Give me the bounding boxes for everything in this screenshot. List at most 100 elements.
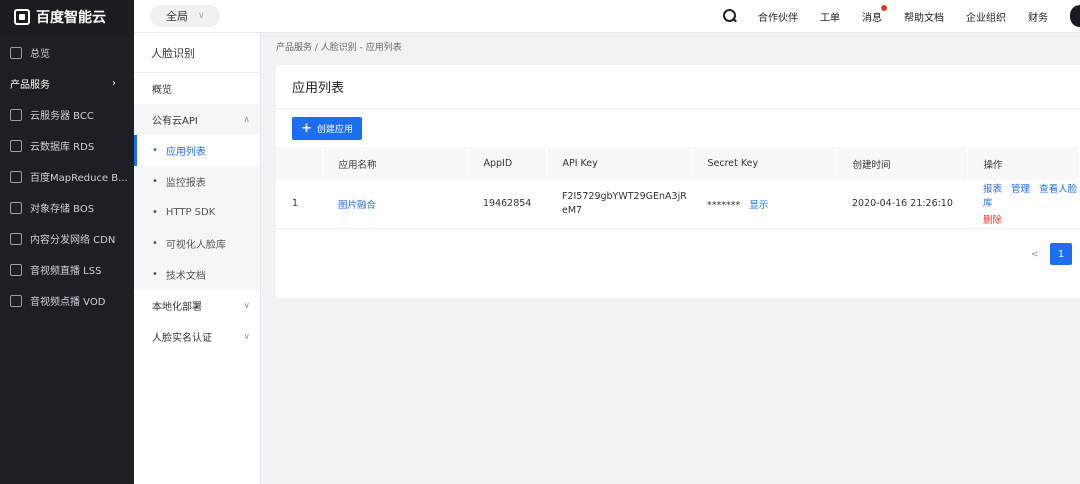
nav-tickets[interactable]: 工单 [820, 9, 840, 24]
col-api-key: API Key [546, 147, 692, 180]
report-link[interactable]: 报表 [983, 184, 1002, 195]
col-app-id: AppID [467, 147, 547, 180]
bullet-icon: • [152, 269, 158, 280]
col-index [276, 147, 323, 180]
sidebar-item-label: 内容分发网络 CDN [30, 235, 116, 246]
subnav-group-realname[interactable]: 人脸实名认证 ∨ [134, 321, 260, 352]
chevron-down-icon: ∨ [198, 11, 205, 21]
subnav-item-http-sdk[interactable]: • HTTP SDK [134, 197, 260, 228]
chevron-up-icon: ∧ [243, 114, 250, 125]
cell-api-key: F2I5729gbYWT29GEnA3jR eM7 [546, 180, 691, 228]
sidebar-item-label: 云数据库 RDS [30, 142, 95, 153]
subnav-item-label: 概览 [152, 85, 172, 96]
create-app-label: 创建应用 [316, 125, 353, 135]
subnav-title: 人脸识别 [134, 33, 260, 73]
subnav-item-face-library[interactable]: • 可视化人脸库 [134, 228, 260, 259]
top-nav: 合作伙伴 工单 消息 帮助文档 企业组织 财务 [722, 0, 1080, 33]
api-key-line: eM7 [562, 205, 583, 217]
subnav-item-monitor[interactable]: • 监控报表 [134, 166, 260, 197]
subnav-group-public-api[interactable]: 公有云API ∧ [134, 104, 260, 135]
scope-select[interactable]: 全局 ∨ [150, 5, 220, 27]
app-list-card: 应用列表 + 创建应用 应用名称 AppID API Key Secret Ke… [276, 65, 1080, 298]
sidebar-item-label: 云服务器 BCC [30, 111, 94, 122]
sidebar-item-label: 音视频点播 VOD [30, 297, 106, 308]
table-header-row: 应用名称 AppID API Key Secret Key 创建时间 操作 [276, 147, 1080, 180]
brand-logo[interactable]: 百度智能云 [0, 0, 134, 33]
top-header: 全局 ∨ 合作伙伴 工单 消息 帮助文档 企业组织 财务 [134, 0, 1080, 33]
grid-icon [10, 46, 22, 59]
col-app-name: 应用名称 [322, 147, 468, 180]
sidebar-item-vod[interactable]: 音视频点播 VOD [0, 285, 134, 316]
live-icon [10, 263, 22, 276]
cell-secret-key: ******* 显示 [691, 180, 836, 228]
sidebar-item-rds[interactable]: 云数据库 RDS [0, 130, 134, 161]
notification-badge [881, 4, 887, 11]
secret-key-mask: ******* [707, 199, 741, 211]
subnav-item-tech-docs[interactable]: • 技术文档 [134, 259, 260, 290]
logo-icon [14, 8, 30, 25]
prev-page-button[interactable]: < [1026, 249, 1044, 260]
brand-name: 百度智能云 [36, 9, 106, 26]
sidebar-item-label: 音视频直播 LSS [30, 266, 102, 277]
scope-select-value: 全局 [166, 10, 188, 23]
product-subnav: 人脸识别 概览 公有云API ∧ • 应用列表 • 监控报表 • HTTP SD… [134, 33, 261, 484]
page-1-button[interactable]: 1 [1050, 243, 1072, 265]
nav-help-docs[interactable]: 帮助文档 [904, 9, 944, 24]
sidebar-item-cdn[interactable]: 内容分发网络 CDN [0, 223, 134, 254]
subnav-group-local-deploy[interactable]: 本地化部署 ∨ [134, 290, 260, 321]
subnav-item-app-list[interactable]: • 应用列表 [134, 135, 260, 166]
api-key-line: F2I5729gbYWT29GEnA3jR [562, 191, 687, 203]
nav-partners[interactable]: 合作伙伴 [758, 9, 798, 24]
subnav-item-label: 应用列表 [165, 147, 206, 158]
app-table: 应用名称 AppID API Key Secret Key 创建时间 操作 1 … [276, 147, 1080, 229]
sidebar-item-label: 百度MapReduce B... [30, 173, 128, 184]
database-icon [10, 139, 22, 152]
server-icon [10, 108, 22, 121]
table-row: 1 图片融合 19462854 F2I5729gbYWT29GEnA3jR eM… [276, 180, 1080, 228]
chevron-right-icon: › [112, 78, 116, 89]
breadcrumb: 产品服务 / 人脸识别 - 应用列表 [276, 43, 402, 53]
col-operations: 操作 [967, 147, 1080, 180]
subnav-item-label: 技术文档 [165, 271, 206, 282]
chevron-down-icon: ∨ [243, 300, 250, 311]
mapreduce-icon [10, 170, 22, 183]
bullet-icon: • [152, 145, 158, 156]
sidebar-item-overview[interactable]: 总览 [0, 37, 134, 68]
col-created-time: 创建时间 [836, 147, 968, 180]
cdn-icon [10, 232, 22, 245]
manage-link[interactable]: 管理 [1011, 184, 1030, 195]
chevron-down-icon: ∨ [243, 331, 250, 342]
sidebar-group-label: 产品服务 [10, 80, 50, 91]
nav-finance[interactable]: 财务 [1028, 9, 1048, 24]
create-app-button[interactable]: + 创建应用 [292, 117, 362, 140]
sidebar-item-label: 对象存储 BOS [30, 204, 95, 215]
sidebar-item-bos[interactable]: 对象存储 BOS [0, 192, 134, 223]
sidebar-item-lss[interactable]: 音视频直播 LSS [0, 254, 134, 285]
nav-messages[interactable]: 消息 [862, 4, 887, 24]
avatar[interactable] [1070, 5, 1080, 27]
vod-icon [10, 294, 22, 307]
main-sidebar: 百度智能云 总览 产品服务 › 云服务器 BCC 云数据库 RDS 百度MapR… [0, 0, 134, 484]
subnav-group-label: 人脸实名认证 [152, 333, 212, 344]
cell-created-time: 2020-04-16 21:26:10 [852, 198, 953, 210]
subnav-group-label: 本地化部署 [152, 302, 202, 313]
page-title: 应用列表 [276, 65, 1080, 109]
subnav-item-overview[interactable]: 概览 [134, 73, 260, 104]
sidebar-item-bcc[interactable]: 云服务器 BCC [0, 99, 134, 130]
col-secret-key: Secret Key [691, 147, 837, 180]
delete-link[interactable]: 删除 [983, 215, 1002, 226]
plus-icon: + [301, 121, 312, 136]
subnav-item-label: HTTP SDK [165, 207, 216, 218]
search-icon[interactable] [722, 8, 738, 24]
subnav-item-label: 监控报表 [165, 178, 206, 189]
show-secret-link[interactable]: 显示 [749, 200, 768, 211]
subnav-item-label: 可视化人脸库 [165, 240, 226, 251]
nav-enterprise[interactable]: 企业组织 [966, 9, 1006, 24]
cell-index: 1 [292, 198, 299, 210]
bullet-icon: • [152, 238, 158, 249]
bullet-icon: • [152, 176, 158, 187]
sidebar-group-products[interactable]: 产品服务 › [0, 68, 134, 99]
storage-icon [10, 201, 22, 214]
app-name-link[interactable]: 图片融合 [338, 200, 376, 211]
sidebar-item-bmr[interactable]: 百度MapReduce B... [0, 161, 134, 192]
